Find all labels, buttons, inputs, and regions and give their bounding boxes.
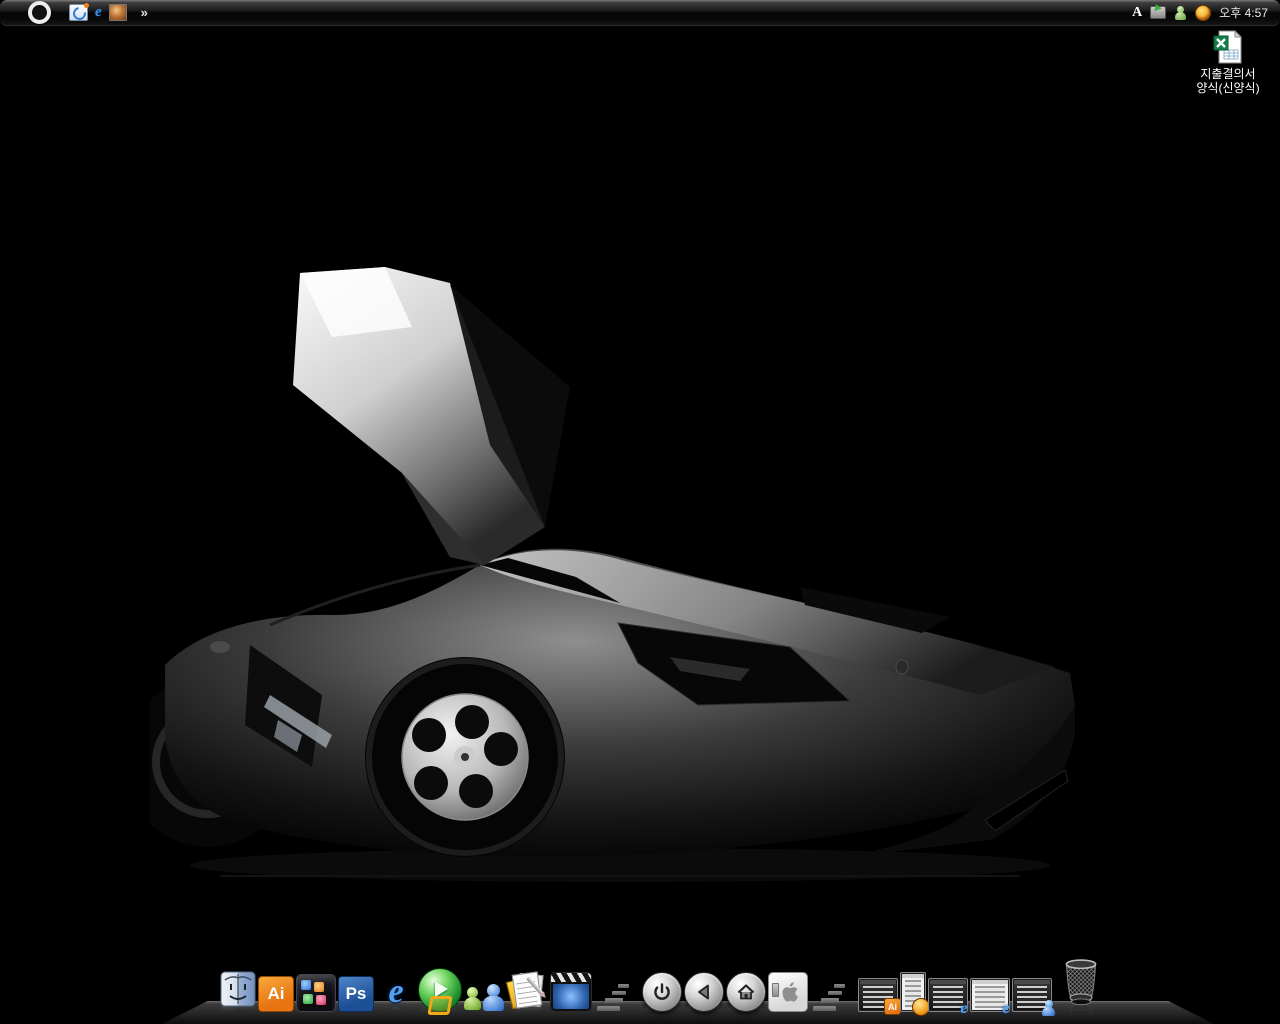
stack-item-orange (314, 982, 324, 992)
trash-icon[interactable] (1060, 959, 1102, 1012)
movies-icon[interactable] (550, 972, 592, 1012)
ime-indicator[interactable]: A (1132, 0, 1142, 25)
tray-clock[interactable]: 오후 4:57 (1219, 4, 1268, 21)
desktop-icon-label: 지출결의서 양식(신양식) (1180, 67, 1276, 95)
finder-icon[interactable] (220, 971, 256, 1012)
desktop-screen: e » A 오후 4:57 지출결의서 양식(신양식) (0, 0, 1280, 1024)
photoshop-icon[interactable]: Ps (338, 976, 374, 1012)
system-tray: A 오후 4:57 (1132, 0, 1280, 25)
dock: Ai Ps e (220, 959, 1102, 1012)
illustrator-icon[interactable]: Ai (258, 976, 294, 1012)
messenger-status-icon[interactable] (1174, 6, 1187, 20)
stack-item-pink (316, 995, 326, 1005)
minimized-window-messenger[interactable] (900, 972, 926, 1012)
person-badge-icon (1042, 1000, 1056, 1016)
power-button[interactable] (642, 972, 682, 1012)
home-button[interactable] (726, 972, 766, 1012)
notifier-icon[interactable] (1195, 5, 1211, 21)
menubar: e » A 오후 4:57 (0, 0, 1280, 26)
mail-icon[interactable] (69, 4, 88, 21)
stack-item-green (303, 994, 313, 1004)
media-player-icon[interactable] (418, 968, 462, 1012)
dock-separator-left (594, 976, 640, 1012)
apple-logo-icon (776, 979, 800, 1005)
internet-explorer-dock-icon[interactable]: e (376, 972, 416, 1012)
textedit-icon[interactable] (506, 972, 548, 1012)
safely-remove-hardware-icon[interactable] (1150, 6, 1166, 19)
illustrator-badge-icon: Ai (884, 998, 901, 1015)
minimized-window-illustrator[interactable]: Ai (858, 978, 898, 1012)
stack-item-blue (301, 980, 311, 990)
quick-launch-overflow-chevron[interactable]: » (141, 5, 147, 20)
stack-icon[interactable] (296, 974, 336, 1012)
messenger-blue-figure (483, 984, 504, 1012)
apple-button[interactable] (768, 972, 808, 1012)
dock-separator-right (810, 976, 856, 1012)
messenger-icon[interactable] (464, 974, 504, 1012)
back-button[interactable] (684, 972, 724, 1012)
internet-explorer-icon[interactable]: e (95, 5, 102, 20)
minimized-window-browser-1[interactable]: e (928, 978, 968, 1012)
messenger-green-figure (464, 987, 481, 1011)
picture-viewer-icon[interactable] (109, 4, 127, 21)
minimized-window-chat[interactable] (1012, 978, 1052, 1012)
wallpaper-car-image (150, 265, 1090, 895)
excel-file-icon (1213, 30, 1243, 64)
desktop-icon-excel-document[interactable]: 지출결의서 양식(신양식) (1180, 30, 1276, 95)
start-ring-icon[interactable] (28, 1, 51, 24)
minimized-window-browser-2[interactable]: e (970, 978, 1010, 1012)
